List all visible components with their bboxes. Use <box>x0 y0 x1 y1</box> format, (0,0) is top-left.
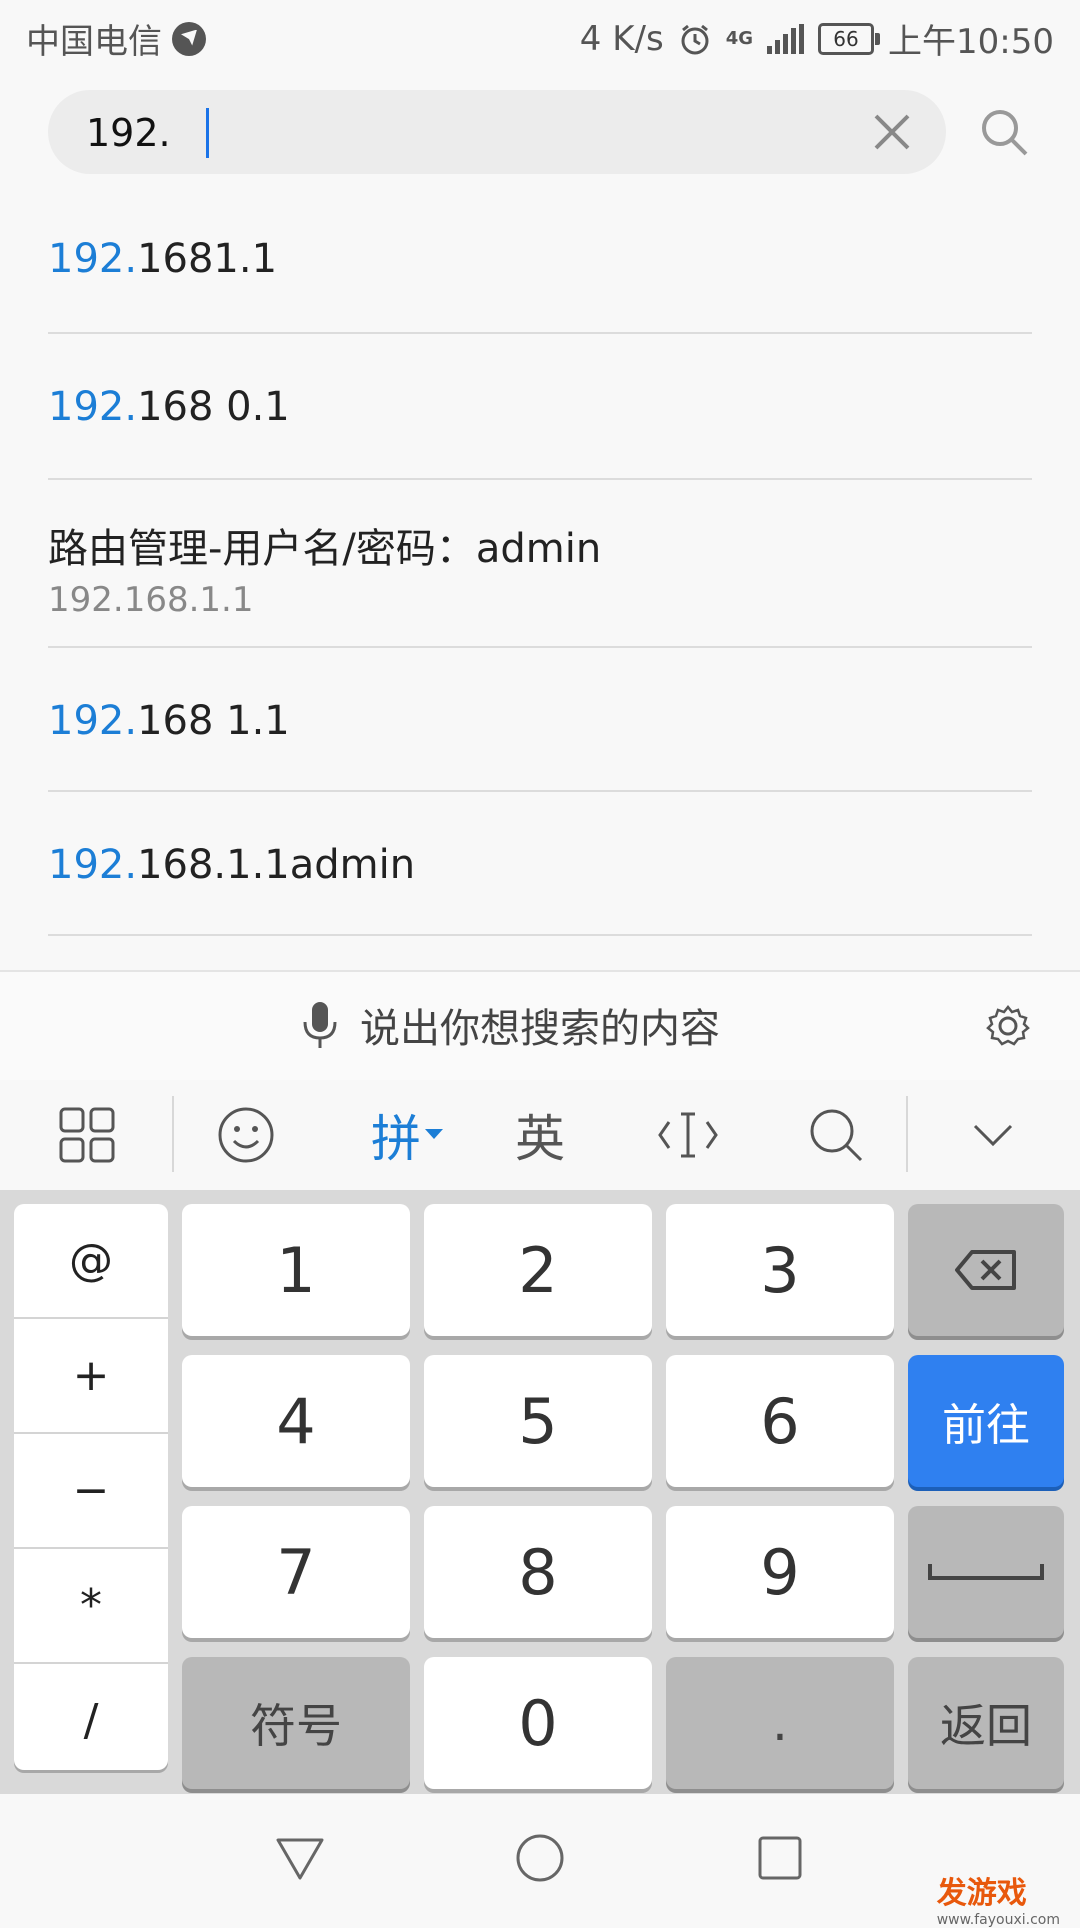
signal-icon <box>767 23 805 54</box>
key-0[interactable]: 0 <box>424 1657 652 1789</box>
key-8[interactable]: 8 <box>424 1506 652 1638</box>
key-6[interactable]: 6 <box>666 1355 894 1487</box>
clear-icon[interactable] <box>868 108 916 156</box>
symbol-key[interactable]: * <box>14 1549 168 1664</box>
gear-icon[interactable] <box>986 1004 1030 1048</box>
alarm-icon <box>681 24 709 54</box>
text-caret <box>206 108 209 158</box>
suggestion-item[interactable]: 192.168 1.1 <box>48 648 1032 792</box>
grid-icon <box>59 1107 115 1163</box>
return-key[interactable]: 返回 <box>908 1657 1064 1789</box>
key-1[interactable]: 1 <box>182 1204 410 1336</box>
key-2[interactable]: 2 <box>424 1204 652 1336</box>
battery-icon: 66 <box>818 22 881 55</box>
text-cursor-icon <box>658 1112 718 1158</box>
hd-icon <box>172 21 206 56</box>
navigation-bar <box>0 1794 1080 1920</box>
key-9[interactable]: 9 <box>666 1506 894 1638</box>
key-4[interactable]: 4 <box>182 1355 410 1487</box>
voice-prompt: 说出你想搜索的内容 <box>360 1006 720 1052</box>
voice-input-bar[interactable]: 说出你想搜索的内容 <box>0 970 1080 1082</box>
chevron-down-icon <box>973 1124 1013 1147</box>
backspace-key[interactable] <box>908 1204 1064 1336</box>
symbol-key[interactable]: − <box>14 1434 168 1549</box>
grid-menu-button[interactable] <box>56 1102 118 1168</box>
english-mode-button[interactable]: 英 <box>510 1102 570 1168</box>
ime-toolbar: 拼 英 <box>0 1080 1080 1190</box>
symbol-key[interactable]: / <box>14 1664 168 1770</box>
key-3[interactable]: 3 <box>666 1204 894 1336</box>
suggestion-item[interactable]: 路由管理-用户名/密码：admin 192.168.1.1 <box>48 480 1032 648</box>
search-box[interactable] <box>48 90 946 174</box>
backspace-icon <box>955 1250 1016 1290</box>
clock: 上午10:50 <box>888 22 1054 62</box>
carrier-label: 中国电信 <box>26 22 162 62</box>
status-bar: 中国电信 4 K/s 4G 66 上午10:50 <box>0 0 1080 76</box>
symbol-mode-key[interactable]: 符号 <box>182 1657 410 1789</box>
emoji-button[interactable] <box>214 1102 278 1168</box>
divider <box>906 1096 908 1172</box>
suggestion-title: 路由管理-用户名/密码：admin <box>48 526 602 572</box>
recents-square-icon[interactable] <box>754 1832 806 1884</box>
english-label: 英 <box>515 1110 565 1168</box>
symbol-key[interactable]: + <box>14 1319 168 1434</box>
battery-level: 66 <box>833 26 859 51</box>
smiley-icon <box>218 1107 274 1163</box>
suggestion-item[interactable]: 192.1681.1 <box>48 174 1032 334</box>
search-icon[interactable] <box>976 104 1032 160</box>
hide-keyboard-button[interactable] <box>968 1102 1018 1168</box>
back-triangle-icon[interactable] <box>274 1832 326 1884</box>
symbol-key[interactable]: @ <box>14 1204 168 1319</box>
suggestion-item[interactable]: 192.168.1.1admin <box>48 792 1032 936</box>
space-key[interactable] <box>908 1506 1064 1638</box>
key-5[interactable]: 5 <box>424 1355 652 1487</box>
space-icon <box>928 1564 1044 1580</box>
search-icon <box>810 1109 863 1162</box>
suggestion-url: 192.168.1.1 <box>48 580 254 620</box>
divider <box>172 1096 174 1172</box>
net-speed: 4 K/s <box>579 18 664 59</box>
symbol-column: @ + − * / <box>14 1204 168 1770</box>
cursor-move-button[interactable] <box>656 1102 720 1168</box>
pinyin-mode-button[interactable]: 拼 <box>362 1102 452 1168</box>
microphone-icon <box>303 1002 337 1048</box>
search-input[interactable] <box>84 104 848 162</box>
home-circle-icon[interactable] <box>514 1832 566 1884</box>
watermark: 发游戏 www.fayouxi.com <box>936 1876 1060 1928</box>
caret-down-icon <box>425 1129 443 1139</box>
network-type: 4G <box>725 28 754 49</box>
search-key[interactable] <box>806 1102 866 1168</box>
dot-key[interactable]: . <box>666 1657 894 1789</box>
go-button[interactable]: 前往 <box>908 1355 1064 1487</box>
numeric-keyboard: @ + − * / 1 2 3 4 5 6 前往 7 8 9 符号 0 . 返回 <box>0 1190 1080 1794</box>
key-7[interactable]: 7 <box>182 1506 410 1638</box>
suggestion-item[interactable]: 192.168 0.1 <box>48 334 1032 480</box>
pinyin-label: 拼 <box>371 1110 421 1168</box>
